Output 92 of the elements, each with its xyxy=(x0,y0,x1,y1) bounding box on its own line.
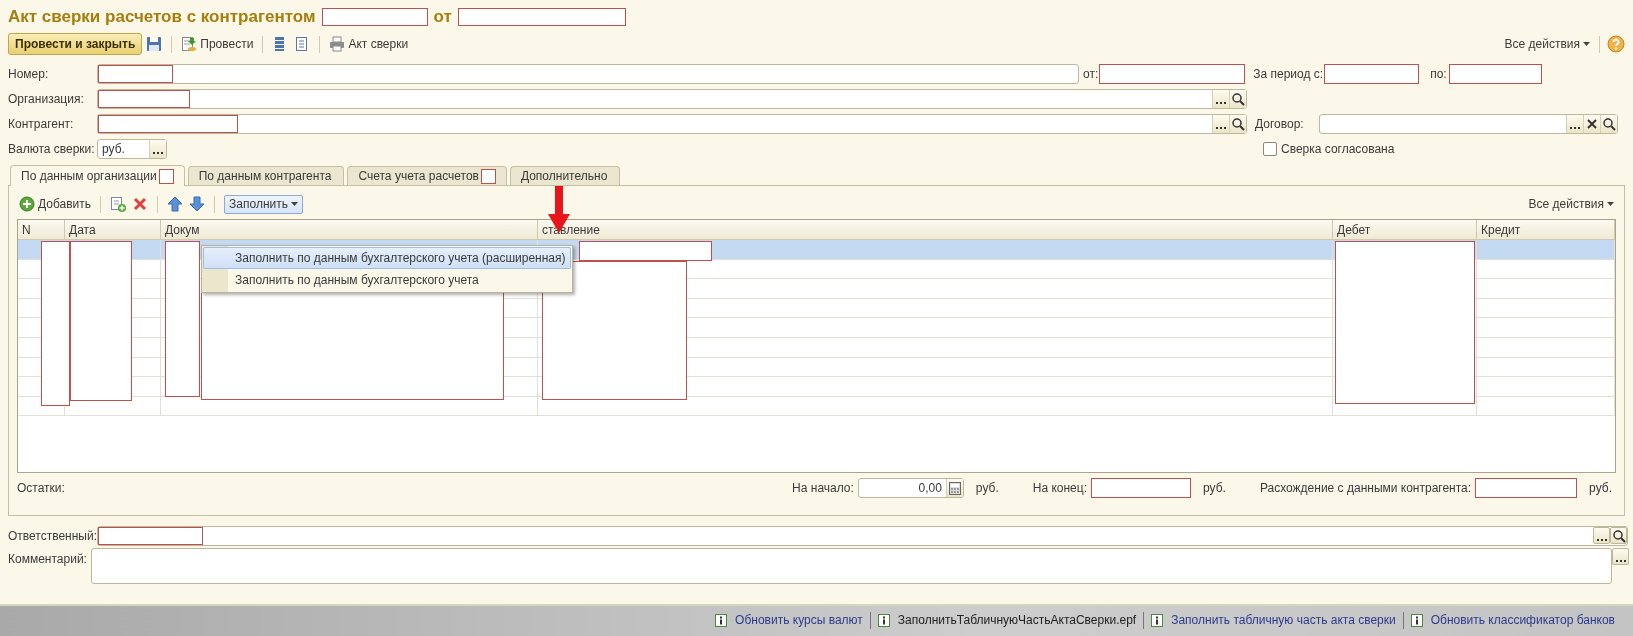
clear-button[interactable] xyxy=(1583,114,1600,133)
post-and-close-button[interactable]: Провести и закрыть xyxy=(8,33,143,55)
search-button[interactable] xyxy=(1610,527,1627,544)
info-icon xyxy=(1151,613,1164,627)
select-button[interactable] xyxy=(1593,527,1610,544)
input-field[interactable] xyxy=(1099,63,1246,84)
all-actions-menu[interactable]: Все действия xyxy=(1502,34,1592,54)
window-title: Акт сверки расчетов с контрагентом xyxy=(8,7,316,27)
select-button[interactable] xyxy=(1212,89,1229,108)
status-link[interactable]: Обновить классификатор банков xyxy=(1410,613,1615,627)
select-button[interactable] xyxy=(1212,114,1229,133)
field-label: Договор: xyxy=(1255,116,1305,131)
unit-label: руб. xyxy=(1589,481,1612,495)
arrow-down-icon xyxy=(189,196,206,212)
tab[interactable]: Дополнительно xyxy=(509,166,621,185)
unit-label: руб. xyxy=(975,481,999,495)
input-field[interactable] xyxy=(97,63,1079,84)
select-button[interactable] xyxy=(149,139,166,158)
post-button[interactable]: Провести xyxy=(179,34,256,54)
calculator-button[interactable] xyxy=(945,479,963,497)
tab[interactable]: По данным организации xyxy=(10,165,185,186)
print-button[interactable]: Акт сверки xyxy=(327,34,411,54)
fill-button[interactable]: Заполнить xyxy=(224,194,303,214)
copy-icon xyxy=(110,196,127,212)
search-icon xyxy=(1231,116,1245,131)
select-button[interactable] xyxy=(1566,114,1583,133)
status-link[interactable]: Обновить курсы валют xyxy=(715,613,863,627)
plus-icon xyxy=(19,196,35,212)
input-field[interactable]: руб. xyxy=(97,138,167,159)
info-icon xyxy=(1410,613,1423,627)
field-label: по: xyxy=(1430,66,1447,81)
input-field[interactable] xyxy=(97,526,1628,546)
dots-icon xyxy=(1596,538,1607,541)
field-label: За период с: xyxy=(1253,66,1324,81)
field-label: Расхождение с данными контрагента: xyxy=(1259,481,1472,495)
field-label: Остатки: xyxy=(17,481,65,495)
printer-icon xyxy=(329,36,346,52)
arrow-up-icon xyxy=(167,196,184,212)
tab[interactable]: Счета учета расчетов xyxy=(347,166,507,185)
field-label: Комментарий: xyxy=(8,552,88,566)
document-arrow-icon xyxy=(181,36,198,52)
caret-icon xyxy=(1607,202,1614,206)
field-label: На начало: xyxy=(792,481,854,495)
tab[interactable]: По данным контрагента xyxy=(187,166,345,185)
field-label: Валюта сверки: xyxy=(8,141,96,156)
dots-icon xyxy=(1216,126,1226,129)
date-label: от xyxy=(433,7,452,27)
checkbox[interactable] xyxy=(1263,141,1277,156)
floppy-icon xyxy=(146,36,163,52)
search-icon xyxy=(1231,91,1245,106)
input-field[interactable] xyxy=(1091,478,1191,498)
caret-icon xyxy=(1583,42,1590,46)
dots-icon xyxy=(1615,559,1626,562)
help-icon[interactable] xyxy=(1607,35,1625,53)
status-link[interactable]: ЗаполнитьТабличнуюЧастьАктаСверки.epf xyxy=(877,613,1137,627)
input-field[interactable] xyxy=(97,88,1247,109)
dots-icon xyxy=(1216,101,1226,104)
dots-icon xyxy=(1570,126,1580,129)
input-field[interactable] xyxy=(1475,478,1578,498)
caret-icon xyxy=(290,202,298,206)
close-icon xyxy=(1585,116,1599,131)
search-button[interactable] xyxy=(1600,114,1617,133)
input-field[interactable] xyxy=(97,113,1247,134)
dots-icon xyxy=(153,151,163,154)
menu-item[interactable]: Заполнить по данным бухгалтерского учета xyxy=(203,269,571,291)
all-actions-menu[interactable]: Все действия xyxy=(1526,194,1616,214)
calculator-icon xyxy=(947,481,962,495)
menu-item[interactable]: Заполнить по данным бухгалтерского учета (расширенная) xyxy=(203,247,571,269)
search-icon xyxy=(1611,528,1626,543)
input-field[interactable] xyxy=(1448,63,1542,84)
unit-label: руб. xyxy=(1203,481,1226,495)
status-link[interactable]: Заполнить табличную часть акта сверки xyxy=(1151,613,1396,627)
input-field[interactable] xyxy=(1324,63,1420,84)
field-label: На конец: xyxy=(1032,481,1087,495)
field-label: Номер: xyxy=(8,66,50,81)
info-icon xyxy=(715,613,728,627)
field-label: Организация: xyxy=(8,91,85,106)
search-button[interactable] xyxy=(1229,114,1246,133)
field-label: Контрагент: xyxy=(8,116,75,131)
select-button[interactable] xyxy=(1612,548,1629,565)
field-label: Сверка согласована xyxy=(1281,141,1395,156)
field-label: Ответственный: xyxy=(8,529,97,543)
input-field[interactable] xyxy=(1319,113,1618,134)
field-label: от: xyxy=(1083,66,1099,81)
add-button[interactable]: Добавить xyxy=(17,194,94,214)
search-icon xyxy=(1602,116,1616,131)
copy-button[interactable] xyxy=(108,194,129,214)
comment-field[interactable] xyxy=(91,548,1612,584)
close-icon xyxy=(132,196,149,212)
search-button[interactable] xyxy=(1229,89,1246,108)
input-field[interactable]: 0,00 xyxy=(857,478,964,498)
info-icon xyxy=(877,613,890,627)
